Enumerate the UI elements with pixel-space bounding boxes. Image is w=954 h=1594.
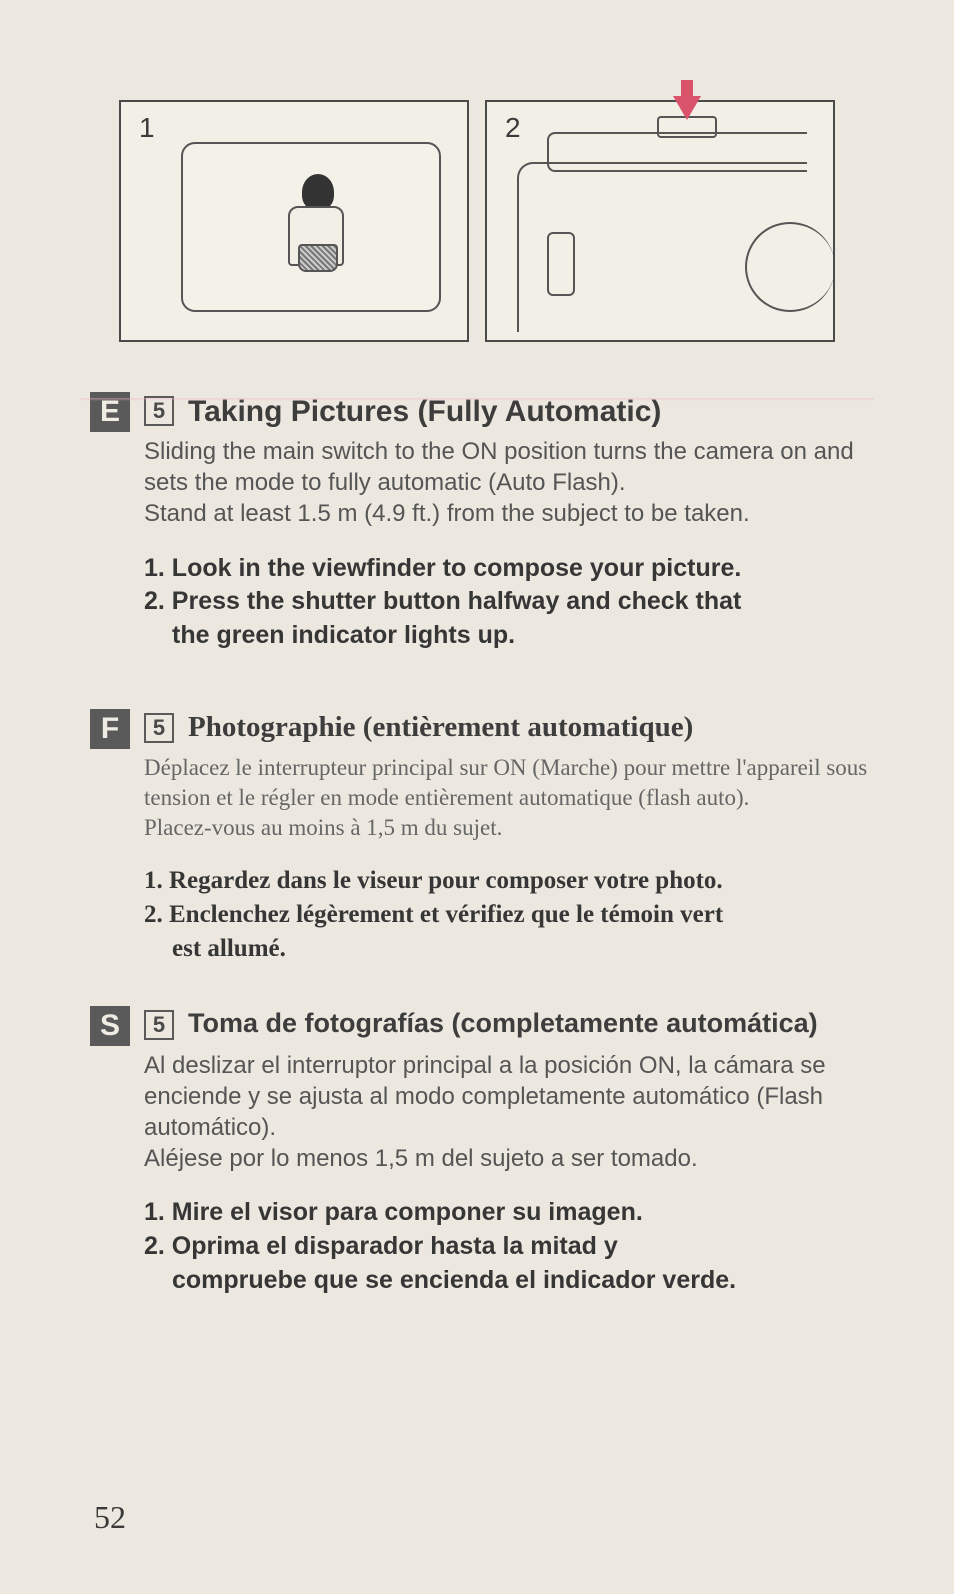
- step-line: 1. Look in the viewfinder to compose you…: [144, 552, 874, 586]
- person-illustration-icon: [278, 174, 358, 294]
- divider-icon: [80, 398, 874, 401]
- viewfinder-frame-icon: [181, 142, 441, 312]
- section-steps: 1. Mire el visor para componer su imagen…: [144, 1196, 874, 1297]
- step-line: 2. Enclenchez légèrement et vérifiez que…: [144, 898, 874, 932]
- chapter-number-box: 5: [144, 1010, 174, 1040]
- section-french: F 5 Photographie (entièrement automatiqu…: [80, 709, 874, 966]
- down-arrow-icon: [673, 96, 701, 120]
- section-body: Sliding the main switch to the ON positi…: [144, 436, 874, 530]
- step-line: 1. Regardez dans le viseur pour composer…: [144, 864, 874, 898]
- section-title: Toma de fotografías (completamente autom…: [188, 1009, 818, 1039]
- section-english: E 5 Taking Pictures (Fully Automatic) Sl…: [80, 392, 874, 653]
- section-header: F 5 Photographie (entièrement automatiqu…: [90, 709, 874, 749]
- step-line: est allumé.: [144, 932, 874, 966]
- section-spanish: S 5 Toma de fotografías (completamente a…: [80, 1006, 874, 1298]
- camera-grip-icon: [547, 232, 575, 296]
- step-line: 2. Press the shutter button halfway and …: [144, 585, 874, 619]
- body-line: Sliding the main switch to the ON positi…: [144, 436, 874, 498]
- language-badge-f: F: [90, 709, 130, 749]
- section-header: S 5 Toma de fotografías (completamente a…: [90, 1006, 874, 1046]
- section-steps: 1. Regardez dans le viseur pour composer…: [144, 864, 874, 965]
- camera-lens-icon: [745, 222, 835, 312]
- section-body: Déplacez le interrupteur principal sur O…: [144, 753, 874, 843]
- body-line: Déplacez le interrupteur principal sur O…: [144, 753, 874, 813]
- figure-2: 2: [485, 100, 835, 342]
- body-line: Aléjese por lo menos 1,5 m del sujeto a …: [144, 1143, 874, 1174]
- language-badge-s: S: [90, 1006, 130, 1046]
- chapter-number-box: 5: [144, 713, 174, 743]
- step-line: 2. Oprima el disparador hasta la mitad y: [144, 1230, 874, 1264]
- page-number: 52: [94, 1499, 126, 1536]
- figure-2-number: 2: [505, 112, 521, 144]
- figure-1: 1: [119, 100, 469, 342]
- figure-1-number: 1: [139, 112, 155, 144]
- manual-page: 1 2 E 5 Taking Pictures (Fu: [0, 0, 954, 1594]
- section-body: Al deslizar el interruptor principal a l…: [144, 1050, 874, 1175]
- body-line: Stand at least 1.5 m (4.9 ft.) from the …: [144, 498, 874, 529]
- figure-row: 1 2: [80, 100, 874, 342]
- section-steps: 1. Look in the viewfinder to compose you…: [144, 552, 874, 653]
- step-line: compruebe que se encienda el indicador v…: [144, 1264, 874, 1298]
- step-line: 1. Mire el visor para componer su imagen…: [144, 1196, 874, 1230]
- section-title: Photographie (entièrement automatique): [188, 712, 693, 744]
- body-line: Al deslizar el interruptor principal a l…: [144, 1050, 874, 1144]
- body-line: Placez-vous au moins à 1,5 m du sujet.: [144, 813, 874, 843]
- step-line: the green indicator lights up.: [144, 619, 874, 653]
